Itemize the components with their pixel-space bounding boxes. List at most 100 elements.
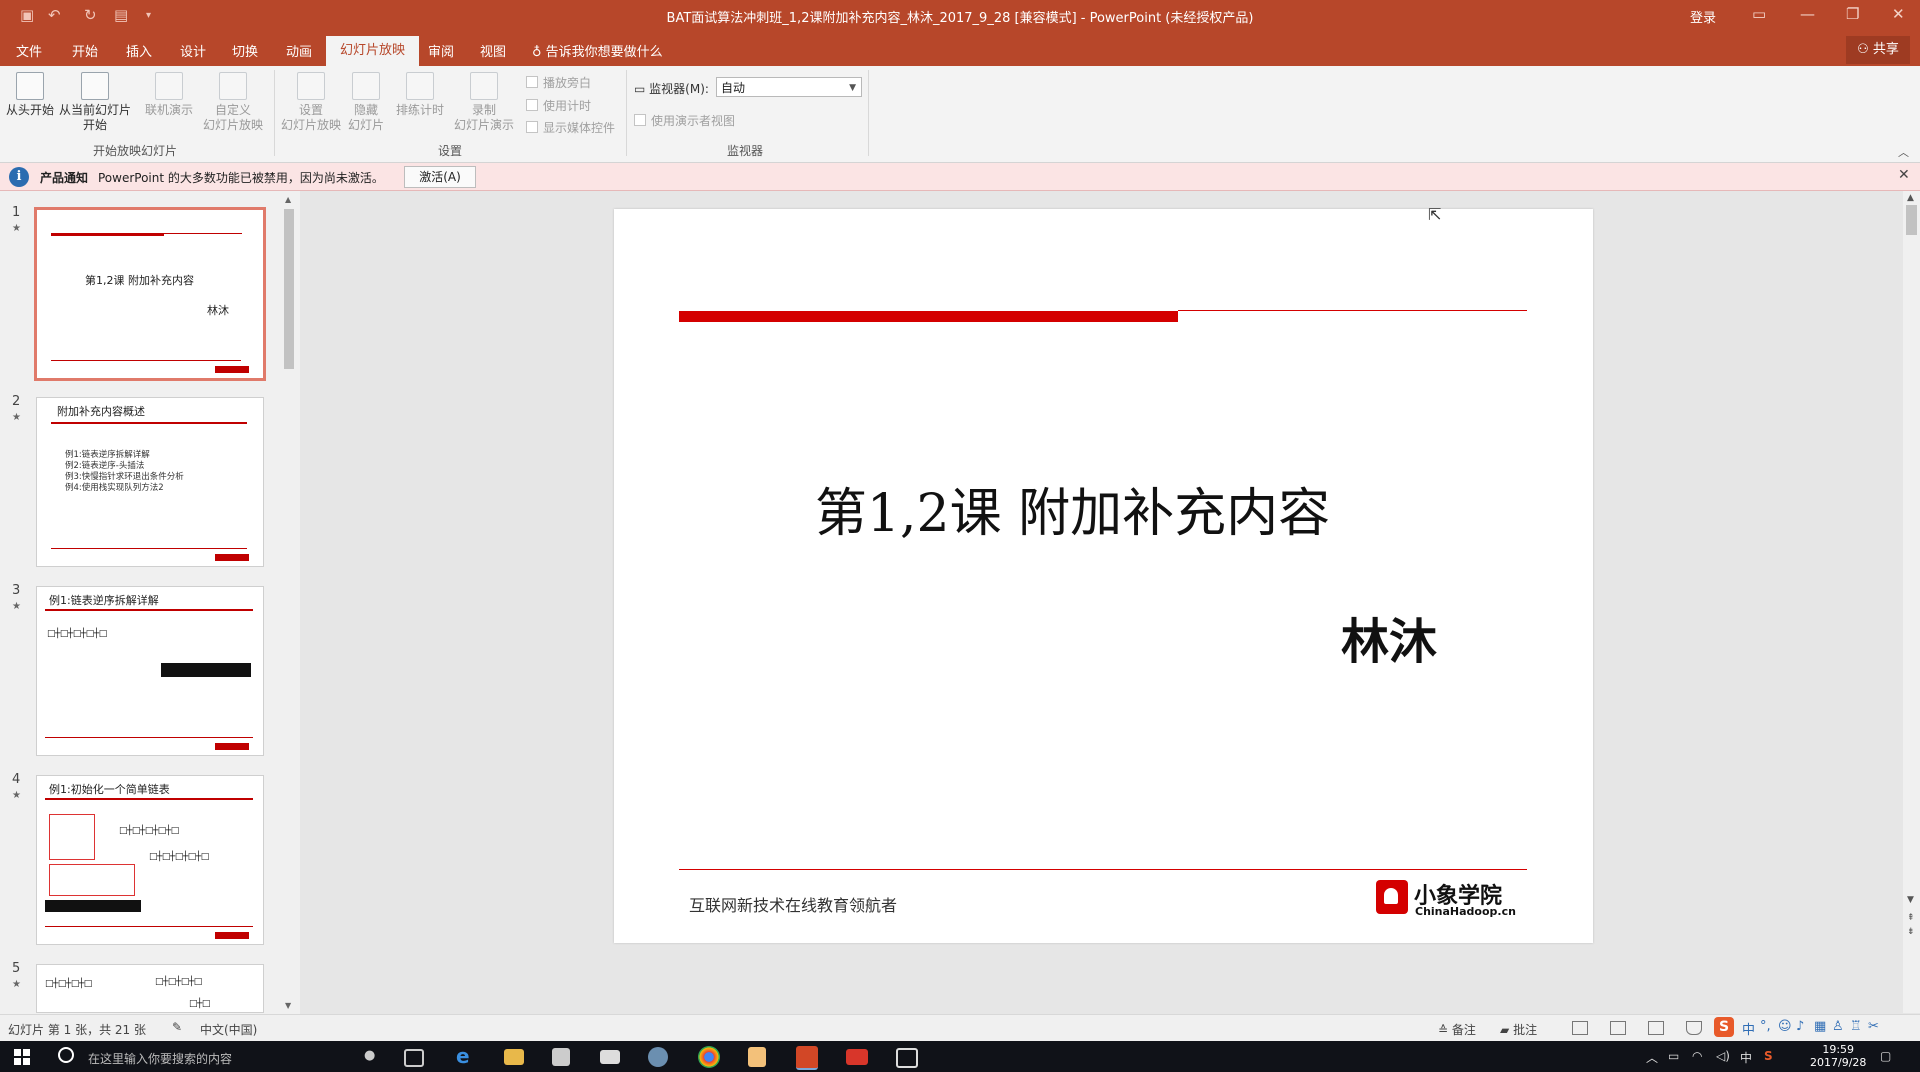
tab-home[interactable]: 开始 xyxy=(72,41,98,60)
powerpoint-icon[interactable] xyxy=(796,1046,818,1070)
slide-thumbnail-5[interactable]: □┼□┼□┼□ □┼□┼□┼□ □┼□ xyxy=(36,964,264,1013)
normal-view-icon[interactable] xyxy=(1572,1021,1588,1035)
slideshow-view-icon[interactable] xyxy=(1686,1021,1702,1035)
emoji-icon[interactable]: ☺ xyxy=(1778,1019,1792,1034)
use-timings-checkbox[interactable]: 使用计时 xyxy=(526,97,591,114)
slide-author[interactable]: 林沐 xyxy=(1341,602,1437,672)
slide-thumbnail-2[interactable]: 附加补充内容概述 例1:链表逆序拆解详解 例2:链表逆序-头插法 例3:快慢指针… xyxy=(36,397,264,567)
notification-message: PowerPoint 的大多数功能已被禁用，因为尚未激活。 xyxy=(98,171,384,185)
hide-label: 隐藏 xyxy=(353,103,378,117)
taskbar-search[interactable]: 在这里输入你要搜索的内容 xyxy=(88,1050,232,1067)
system-clock[interactable]: 19:59 2017/9/28 xyxy=(1810,1043,1866,1069)
tab-design[interactable]: 设计 xyxy=(180,41,206,60)
thin-line xyxy=(45,798,253,800)
action-center-icon[interactable]: ▢ xyxy=(1880,1049,1891,1063)
group-label-start: 开始放映幻灯片 xyxy=(92,144,177,158)
setup-slideshow-button[interactable]: 设置 幻灯片放映 xyxy=(280,72,342,133)
tab-slideshow[interactable]: 幻灯片放映 xyxy=(326,36,420,66)
slide-thumbnail-4[interactable]: 例1:初始化一个简单链表 □┼□┼□┼□┼□ □┼□┼□┼□┼□ xyxy=(36,775,264,945)
mail-icon[interactable] xyxy=(600,1050,620,1064)
tools-icon[interactable]: ✂ xyxy=(1868,1019,1879,1034)
record-slideshow-button[interactable]: 录制 幻灯片演示 xyxy=(448,72,520,133)
scroll-up-icon[interactable]: ▲ xyxy=(1907,193,1914,203)
monitor-select[interactable]: 自动 ▼ xyxy=(716,77,862,97)
slide-sorter-icon[interactable] xyxy=(1610,1021,1626,1035)
ime-chinese-icon[interactable]: 中 xyxy=(1742,1019,1755,1038)
from-current-label-2: 开始 xyxy=(82,118,107,132)
reading-view-icon[interactable] xyxy=(1648,1021,1664,1035)
slide-thumbnail-3[interactable]: 例1:链表逆序拆解详解 □┼□┼□┼□┼□ xyxy=(36,586,264,756)
next-slide-icon[interactable]: ⇟ xyxy=(1907,927,1915,937)
notes-button[interactable]: ≙ 备注 xyxy=(1438,1021,1476,1038)
from-beginning-button[interactable]: 从头开始 xyxy=(4,72,56,118)
sogou-tray-icon[interactable]: S xyxy=(1764,1049,1773,1063)
show-media-controls-checkbox[interactable]: 显示媒体控件 xyxy=(526,119,615,136)
thumb-bullet: 例3:快慢指针求环退出条件分析 xyxy=(65,472,184,482)
tab-insert[interactable]: 插入 xyxy=(126,41,152,60)
keyboard-icon[interactable]: ▦ xyxy=(1814,1019,1826,1034)
task-view-icon[interactable] xyxy=(404,1049,424,1067)
tab-animations[interactable]: 动画 xyxy=(286,41,312,60)
recorder-icon[interactable] xyxy=(846,1049,868,1065)
language-indicator[interactable]: 中文(中国) xyxy=(200,1021,257,1038)
tab-transitions[interactable]: 切换 xyxy=(232,41,258,60)
app-icon[interactable] xyxy=(648,1047,668,1067)
tab-view[interactable]: 视图 xyxy=(480,41,506,60)
ime-indicator[interactable]: 中 xyxy=(1740,1049,1752,1066)
comments-button[interactable]: ▰ 批注 xyxy=(1500,1021,1537,1038)
share-button[interactable]: ⚇ 共享 xyxy=(1846,36,1910,64)
scrollbar-thumb[interactable] xyxy=(1906,205,1917,235)
activate-button[interactable]: 激活(A) xyxy=(404,166,476,188)
custom-slideshow-button[interactable]: 自定义 幻灯片放映 xyxy=(200,72,266,133)
volume-icon[interactable]: ◁) xyxy=(1716,1049,1730,1063)
user-icon[interactable]: ♙ xyxy=(1832,1019,1844,1034)
minimize-icon[interactable]: — xyxy=(1800,5,1815,23)
voice-icon[interactable]: ♪ xyxy=(1796,1019,1804,1034)
file-explorer-icon[interactable] xyxy=(504,1049,524,1065)
close-icon[interactable]: ✕ xyxy=(1898,167,1910,183)
edge-browser-icon[interactable]: e xyxy=(456,1044,478,1068)
skin-icon[interactable]: ♖ xyxy=(1850,1019,1862,1034)
ime-punct-icon[interactable]: °, xyxy=(1760,1019,1771,1034)
network-icon[interactable]: ▭ xyxy=(1668,1049,1679,1063)
wifi-icon[interactable]: ◠ xyxy=(1692,1049,1702,1063)
maximize-icon[interactable]: ❐ xyxy=(1846,5,1859,23)
scroll-down-icon[interactable]: ▼ xyxy=(285,1001,291,1010)
play-narrations-checkbox[interactable]: 播放旁白 xyxy=(526,74,591,91)
tell-me-search[interactable]: ♁ 告诉我你想要做什么 xyxy=(532,41,663,60)
linked-list-diagram: □┼□┼□┼□ xyxy=(155,977,202,987)
slide-canvas[interactable]: 第1,2课 附加补充内容 林沐 互联网新技术在线教育领航者 小象学院 China… xyxy=(614,209,1593,943)
scroll-up-icon[interactable]: ▲ xyxy=(285,195,291,204)
thumbnail-scrollbar[interactable]: ▲ ▼ xyxy=(282,193,296,1013)
presenter-view-checkbox[interactable]: 使用演示者视图 xyxy=(634,112,735,129)
present-online-button[interactable]: 联机演示 xyxy=(140,72,198,118)
notes-app-icon[interactable] xyxy=(748,1047,766,1067)
photos-icon[interactable] xyxy=(896,1048,918,1068)
scroll-down-icon[interactable]: ▼ xyxy=(1907,895,1914,905)
collapse-ribbon-icon[interactable]: ︿ xyxy=(1898,144,1909,160)
sogou-ime-icon[interactable]: S xyxy=(1714,1017,1734,1037)
lightbulb-icon: ♁ xyxy=(532,45,542,60)
from-current-button[interactable]: 从当前幻灯片 开始 xyxy=(58,72,132,133)
signin-link[interactable]: 登录 xyxy=(1690,7,1716,26)
microphone-icon[interactable]: ● xyxy=(364,1048,375,1063)
chrome-icon[interactable] xyxy=(698,1046,720,1068)
tab-review[interactable]: 审阅 xyxy=(428,41,454,60)
scrollbar-thumb[interactable] xyxy=(284,209,294,369)
notification-title: 产品通知 xyxy=(40,171,89,185)
tray-chevron-icon[interactable]: ︿ xyxy=(1646,1049,1658,1066)
ribbon-display-icon[interactable]: ▭ xyxy=(1752,5,1766,23)
slide-title[interactable]: 第1,2课 附加补充内容 xyxy=(614,471,1531,546)
star-icon: ★ xyxy=(12,979,21,990)
editor-scrollbar[interactable]: ▲ ▼ ⇞ ⇟ xyxy=(1903,191,1920,1013)
previous-slide-icon[interactable]: ⇞ xyxy=(1907,913,1915,923)
tab-file[interactable]: 文件 xyxy=(16,41,42,60)
close-icon[interactable]: ✕ xyxy=(1892,5,1905,23)
hide-slide-button[interactable]: 隐藏 幻灯片 xyxy=(346,72,386,133)
store-icon[interactable] xyxy=(552,1048,570,1066)
slide-thumbnail-1[interactable]: 第1,2课 附加补充内容 林沐 xyxy=(34,207,266,381)
spellcheck-icon[interactable]: ✎ xyxy=(172,1020,182,1034)
cortana-icon[interactable] xyxy=(58,1047,74,1063)
windows-start-icon[interactable] xyxy=(14,1049,30,1065)
rehearse-timings-button[interactable]: 排练计时 xyxy=(390,72,450,118)
